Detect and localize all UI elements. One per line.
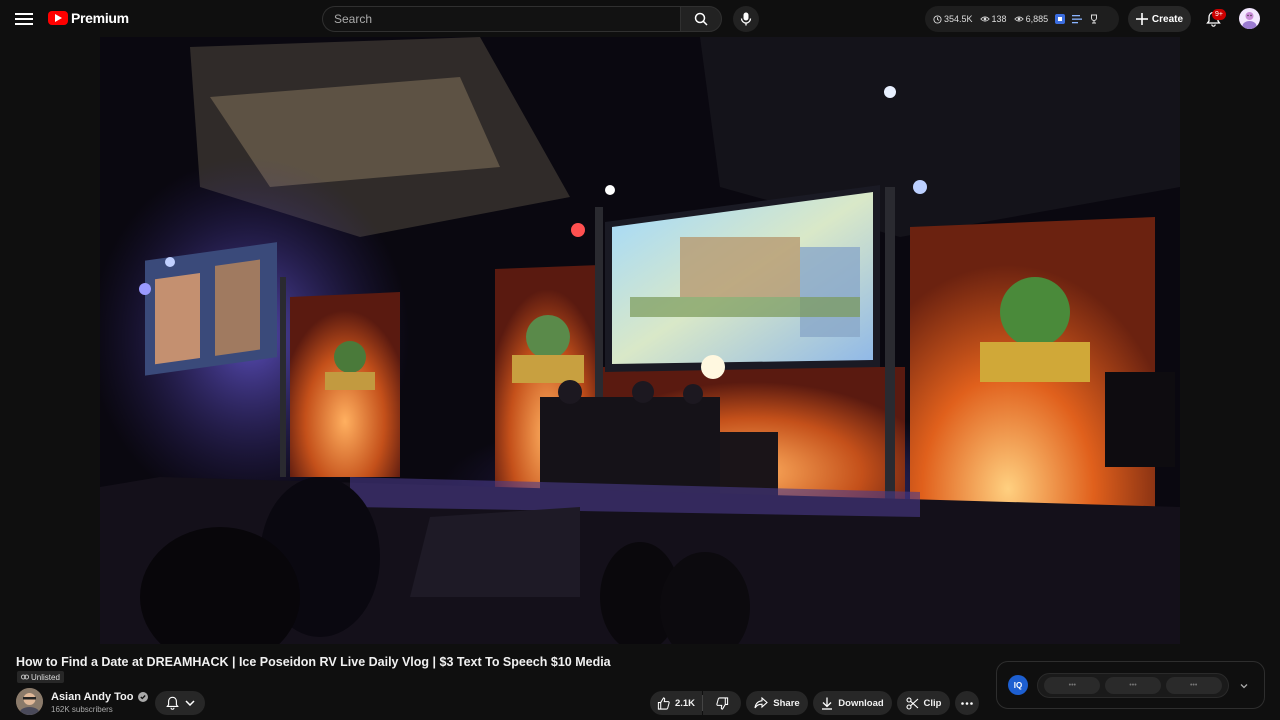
video-player[interactable] (100, 37, 1180, 644)
bell-icon (165, 696, 179, 710)
dislike-button[interactable] (703, 691, 741, 715)
iq-logo-icon[interactable]: IQ (1008, 675, 1028, 695)
extension-pill[interactable]: ••• (1104, 677, 1161, 694)
plus-icon (1135, 13, 1148, 25)
more-horizontal-icon (961, 701, 973, 705)
search-button[interactable] (680, 6, 722, 32)
chevron-down-icon[interactable] (1238, 680, 1250, 692)
play-logo-icon (48, 11, 68, 25)
youtube-premium-logo[interactable]: Premium (48, 10, 129, 26)
stat-value: 354.5K (944, 14, 973, 24)
search-input[interactable] (322, 6, 680, 32)
create-button[interactable]: Create (1128, 6, 1191, 32)
clock-icon (933, 14, 942, 24)
more-actions-button[interactable] (955, 691, 979, 715)
thumbs-down-icon (715, 696, 728, 710)
clip-button[interactable]: Clip (897, 691, 950, 715)
video-title: How to Find a Date at DREAMHACK | Ice Po… (16, 655, 611, 669)
trophy-icon[interactable] (1089, 14, 1099, 24)
unlisted-badge: Unlisted (17, 671, 64, 683)
verified-icon (137, 692, 148, 702)
stat-watch-time: 354.5K (933, 14, 973, 24)
scissors-icon (905, 696, 918, 710)
clip-label: Clip (923, 697, 942, 709)
subscriber-count: 162K subscribers (51, 705, 113, 714)
account-avatar[interactable] (1239, 8, 1260, 29)
channel-name[interactable]: Asian Andy Too (51, 691, 148, 703)
eye-icon (1013, 16, 1024, 22)
unlisted-label: Unlisted (31, 672, 60, 682)
logo-text: Premium (71, 10, 129, 26)
video-frame (100, 37, 1180, 644)
extension-badge-icon[interactable] (1055, 14, 1066, 24)
extension-pill-group: ••• ••• ••• (1037, 673, 1229, 698)
search-bar (322, 6, 722, 32)
channel-avatar[interactable] (16, 688, 43, 715)
stat-live-viewers: 138 (979, 14, 1007, 24)
subscription-bell-button[interactable] (155, 691, 205, 715)
download-button[interactable]: Download (813, 691, 892, 715)
download-label: Download (838, 697, 884, 709)
thumbs-up-icon (657, 696, 670, 710)
chevron-down-icon (184, 700, 195, 706)
stat-value: 6,885 (1025, 14, 1049, 24)
stat-value: 138 (991, 14, 1007, 24)
notification-badge: 9+ (1212, 9, 1226, 20)
menu-icon[interactable] (12, 7, 36, 31)
eye-icon (979, 16, 990, 22)
create-label: Create (1151, 13, 1184, 25)
list-icon[interactable] (1072, 14, 1083, 24)
extension-pill[interactable]: ••• (1044, 677, 1101, 694)
voice-search-button[interactable] (733, 6, 759, 32)
share-button[interactable]: Share (746, 691, 808, 715)
extension-stats-bar: 354.5K 138 6,885 (925, 6, 1119, 32)
share-icon (754, 697, 769, 709)
like-button[interactable]: 2.1K (650, 691, 702, 715)
microphone-icon (740, 12, 752, 26)
channel-name-label: Asian Andy Too (51, 691, 134, 703)
share-label: Share (773, 697, 800, 709)
stat-views: 6,885 (1013, 14, 1049, 24)
extension-pill[interactable]: ••• (1165, 677, 1222, 694)
search-icon (694, 12, 708, 26)
download-icon (822, 697, 833, 710)
link-icon (21, 674, 29, 680)
masthead: Premium 354.5K 138 6,885 Create 9+ (0, 0, 1280, 37)
like-count: 2.1K (674, 697, 696, 709)
